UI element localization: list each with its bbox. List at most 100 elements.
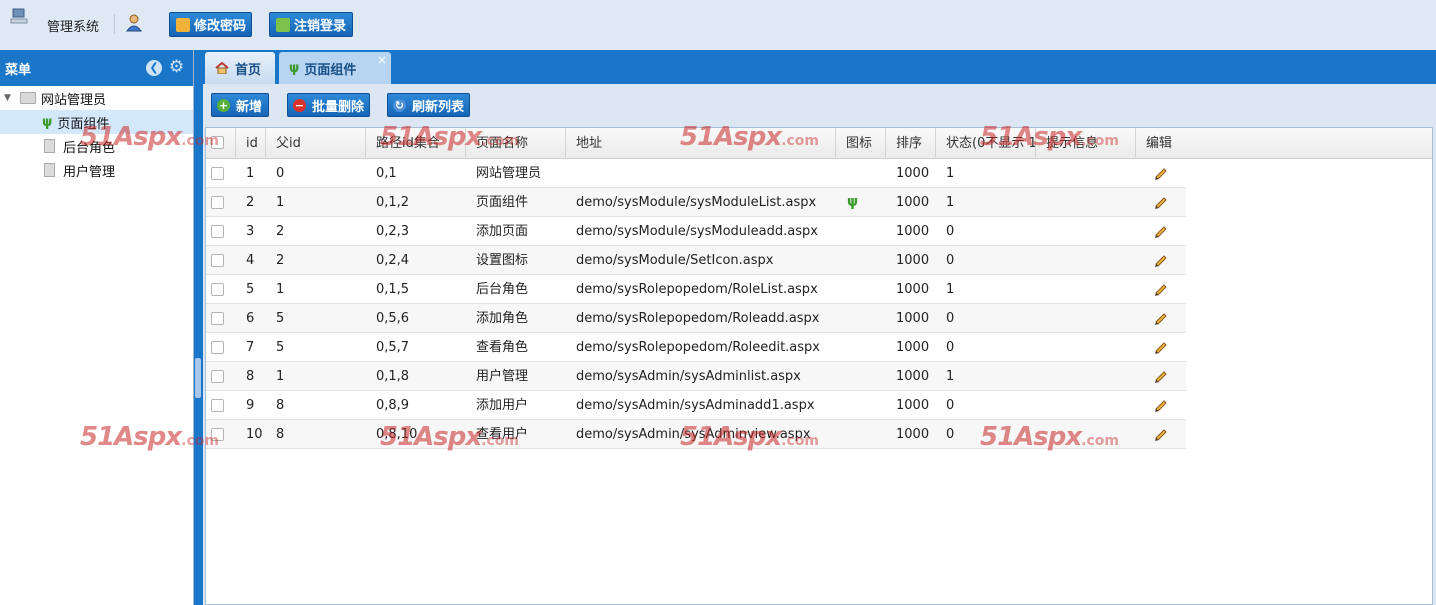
table-row[interactable]: 4 2 0,2,4 设置图标 demo/sysModule/SetIcon.aspx 10… [206,246,1186,275]
refresh-icon: ↻ [393,98,406,112]
edit-pencil-icon[interactable] [1153,252,1169,268]
tree-node-user-management[interactable]: 用户管理 [44,158,194,182]
tree-node-label: 用户管理 [63,164,116,180]
change-password-button[interactable]: 修改密码 [169,12,252,37]
select-all-cell [206,128,236,159]
cell-url: demo/sysModule/SetIcon.aspx [576,253,774,268]
edit-pencil-icon[interactable] [1153,397,1169,413]
table-row[interactable]: 6 5 0,5,6 添加角色 demo/sysRolepopedom/Roleadd.a… [206,304,1186,333]
tree-node-label: 后台角色 [63,140,116,156]
row-checkbox[interactable] [211,312,224,325]
cell-name: 添加用户 [476,398,529,413]
batch-delete-button[interactable]: − 批量删除 [287,93,370,117]
cell-path: 0,2,4 [376,253,410,268]
edit-pencil-icon[interactable] [1153,426,1169,442]
cell-sort: 1000 [896,224,930,239]
table-row[interactable]: 8 1 0,1,8 用户管理 demo/sysAdmin/sysAdminlist.as… [206,362,1186,391]
user-icon[interactable] [126,14,142,32]
table-row[interactable]: 7 5 0,5,7 查看角色 demo/sysRolepopedom/Roleedit.… [206,333,1186,362]
cell-url: demo/sysModule/sysModuleList.aspx [576,195,817,210]
cell-sort: 1000 [896,369,930,384]
tree-node-page-components[interactable]: ψ 页面组件 [0,110,193,134]
column-header[interactable]: 编辑 [1136,128,1432,159]
table-row[interactable]: 9 8 0,8,9 添加用户 demo/sysAdmin/sysAdminadd1.as… [206,391,1186,420]
row-checkbox[interactable] [211,399,224,412]
cell-name: 查看用户 [476,427,529,442]
data-grid: id 父id 路径id集合 页面名称 地址 图标 排序 状态(0不显示 1显示)… [205,127,1433,605]
cell-path: 0,2,3 [376,224,410,239]
table-row[interactable]: 10 8 0,8,10 查看用户 demo/sysAdmin/sysAdminview.… [206,420,1186,449]
close-icon[interactable]: × [377,53,387,67]
table-row[interactable]: 2 1 0,1,2 页面组件 demo/sysModule/sysModuleList.… [206,188,1186,217]
cell-id: 1 [246,166,255,181]
column-header[interactable]: 图标 [836,128,886,159]
collapse-icon[interactable]: ❮ [146,60,162,76]
row-checkbox[interactable] [211,428,224,441]
cell-status: 0 [946,253,955,268]
edit-pencil-icon[interactable] [1153,281,1169,297]
cell-pid: 2 [276,253,285,268]
edit-pencil-icon[interactable] [1153,310,1169,326]
tree-node-root[interactable]: ▼ 网站管理员 [4,86,194,110]
column-header[interactable]: id [236,128,266,159]
cell-pid: 1 [276,369,285,384]
plus-icon: + [217,98,230,112]
cell-url: demo/sysRolepopedom/Roleedit.aspx [576,340,820,355]
logout-label: 注销登录 [294,19,347,34]
cell-sort: 1000 [896,340,930,355]
cell-status: 1 [946,282,955,297]
column-header[interactable]: 路径id集合 [366,128,466,159]
sidebar-header: 菜单 ❮ ⚙ [0,50,193,86]
cell-path: 0,5,7 [376,340,410,355]
gear-icon[interactable]: ⚙ [168,59,185,76]
cell-url [566,159,576,188]
column-header[interactable]: 排序 [886,128,936,159]
system-title: 管理系统 [47,20,100,35]
table-row[interactable]: 5 1 0,1,5 后台角色 demo/sysRolepopedom/RoleList.… [206,275,1186,304]
cell-name: 页面组件 [476,195,529,210]
panel-splitter[interactable] [194,50,203,605]
tree-node-backend-roles[interactable]: 后台角色 [44,134,194,158]
row-checkbox[interactable] [211,225,224,238]
row-checkbox[interactable] [211,370,224,383]
splitter-grip[interactable] [195,358,201,398]
add-button[interactable]: + 新增 [211,93,269,117]
folder-icon [20,92,36,104]
cell-id: 2 [246,195,255,210]
add-label: 新增 [236,99,263,115]
cell-sort: 1000 [896,166,930,181]
table-row[interactable]: 1 0 0,1 网站管理员 1000 1 [206,159,1186,188]
edit-pencil-icon[interactable] [1153,368,1169,384]
minus-icon: − [293,98,306,112]
cell-path: 0,1,2 [376,195,410,210]
row-checkbox[interactable] [211,196,224,209]
column-header[interactable]: 页面名称 [466,128,566,159]
column-header[interactable]: 地址 [566,128,836,159]
edit-pencil-icon[interactable] [1153,339,1169,355]
tree-node-label: 页面组件 [57,116,110,132]
edit-pencil-icon[interactable] [1153,223,1169,239]
refresh-button[interactable]: ↻ 刷新列表 [387,93,470,117]
cell-name: 添加页面 [476,224,529,239]
edit-pencil-icon[interactable] [1153,194,1169,210]
column-header[interactable]: 状态(0不显示 1显示) [936,128,1036,159]
cell-pid: 1 [276,282,285,297]
cell-path: 0,1,8 [376,369,410,384]
tab-home[interactable]: 首页 [205,52,275,84]
cell-id: 9 [246,398,255,413]
divider [114,14,115,34]
row-checkbox[interactable] [211,341,224,354]
column-header[interactable]: 父id [266,128,366,159]
cell-pid: 1 [276,195,285,210]
column-header[interactable]: 提示信息 [1036,128,1136,159]
row-checkbox[interactable] [211,167,224,180]
edit-pencil-icon[interactable] [1153,165,1169,181]
table-row[interactable]: 3 2 0,2,3 添加页面 demo/sysModule/sysModuleadd.a… [206,217,1186,246]
row-checkbox[interactable] [211,283,224,296]
row-checkbox[interactable] [211,254,224,267]
logout-button[interactable]: 注销登录 [269,12,353,37]
chevron-down-icon[interactable]: ▼ [4,93,14,103]
select-all-checkbox[interactable] [211,136,224,149]
tab-page-components[interactable]: ψ 页面组件 × [279,52,391,84]
cell-sort: 1000 [896,195,930,210]
